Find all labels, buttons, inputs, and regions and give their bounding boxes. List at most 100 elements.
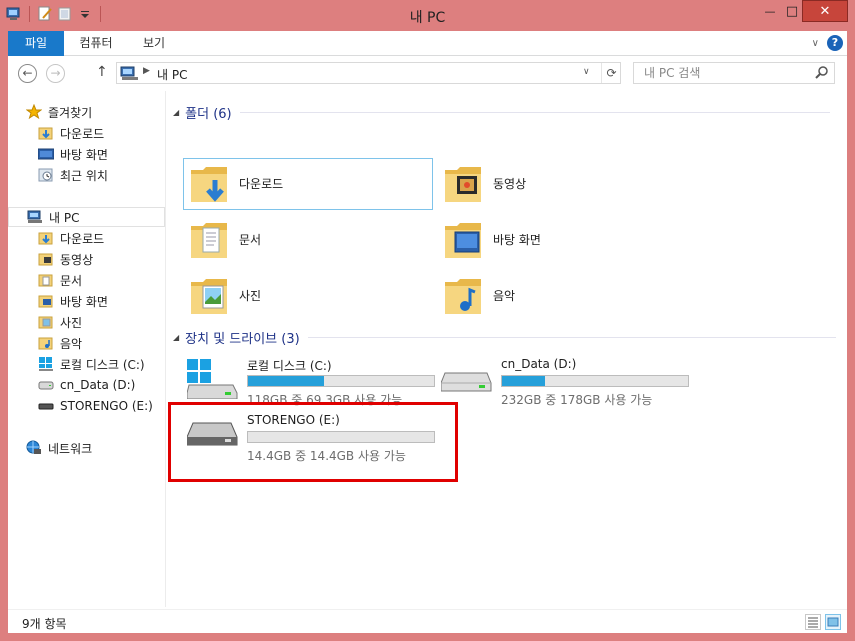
details-view-icon[interactable] <box>805 614 821 630</box>
folders-group-header[interactable]: ◢ 폴더 (6) <box>173 102 830 122</box>
item-count: 9개 항목 <box>22 617 67 631</box>
tab-computer[interactable]: 컴퓨터 <box>64 31 128 56</box>
breadcrumb-arrow-icon[interactable]: ▶ <box>143 66 150 76</box>
explorer-window: 내 PC — □ ✕ 파일 컴퓨터 보기 ∨ ? ← → ↑ ▶ 내 PC ∨ … <box>0 0 855 641</box>
collapse-icon[interactable]: ◢ <box>173 333 179 342</box>
nav-label: 최근 위치 <box>60 168 108 183</box>
documents-folder-icon <box>189 218 229 262</box>
folder-tile-desktop[interactable]: 바탕 화면 <box>437 214 687 266</box>
address-bar[interactable]: ▶ 내 PC ∨ ⟳ <box>116 62 621 84</box>
nav-label: 즐겨찾기 <box>48 105 93 120</box>
music-folder-icon <box>443 274 483 318</box>
nav-label: 다운로드 <box>60 231 105 246</box>
search-icon[interactable] <box>814 65 830 81</box>
computer-icon <box>120 66 140 85</box>
removable-drive-icon <box>38 398 54 414</box>
nav-favorites[interactable]: 즐겨찾기 <box>25 102 93 122</box>
folder-tile-pictures[interactable]: 사진 <box>183 270 433 322</box>
expand-ribbon-icon[interactable]: ∨ <box>812 38 819 49</box>
drive-usage-bar <box>247 375 435 387</box>
pictures-folder-icon <box>189 274 229 318</box>
hard-drive-icon <box>440 359 493 402</box>
drives-group-header[interactable]: ◢ 장치 및 드라이브 (3) <box>173 327 836 347</box>
title-bar[interactable]: 내 PC — □ ✕ <box>0 0 855 31</box>
nav-pc-downloads[interactable]: 다운로드 <box>38 228 104 248</box>
folder-tile-documents[interactable]: 문서 <box>183 214 433 266</box>
nav-fav-downloads[interactable]: 다운로드 <box>38 123 104 143</box>
nav-this-pc[interactable]: 내 PC <box>8 207 165 227</box>
videos-folder-icon <box>443 162 483 206</box>
nav-drive-c[interactable]: 로컬 디스크 (C:) <box>38 354 145 374</box>
nav-pc-pictures[interactable]: 사진 <box>38 312 82 332</box>
drive-name: cn_Data (D:) <box>501 357 577 371</box>
highlight-box <box>168 402 458 482</box>
up-button[interactable]: ↑ <box>96 64 108 80</box>
search-input[interactable] <box>634 63 814 83</box>
folder-tile-videos[interactable]: 동영상 <box>437 158 687 210</box>
folder-label: 동영상 <box>493 177 527 191</box>
computer-icon <box>27 209 43 225</box>
tab-view[interactable]: 보기 <box>128 31 180 56</box>
nav-pc-desktop[interactable]: 바탕 화면 <box>38 291 108 311</box>
close-button[interactable]: ✕ <box>802 0 848 22</box>
drive-tile-drive-d[interactable]: cn_Data (D:) 232GB 중 178GB 사용 가능 <box>431 353 711 413</box>
folder-tile-music[interactable]: 음악 <box>437 270 687 322</box>
nav-label: 음악 <box>60 336 83 351</box>
windows-drive-icon <box>38 356 54 372</box>
nav-label: 로컬 디스크 (C:) <box>60 357 145 372</box>
downloads-folder-icon <box>38 230 54 246</box>
close-icon: ✕ <box>819 3 831 19</box>
windows-drive-icon <box>186 359 239 402</box>
view-toggles <box>805 614 841 630</box>
nav-label: 다운로드 <box>60 126 105 141</box>
back-arrow-icon: ← <box>22 66 33 80</box>
folder-label: 문서 <box>239 233 262 247</box>
folder-label: 바탕 화면 <box>493 233 541 247</box>
nav-label: STORENGO (E:) <box>60 399 153 413</box>
help-icon[interactable]: ? <box>827 35 843 51</box>
drive-name: 로컬 디스크 (C:) <box>247 359 332 373</box>
group-label: 장치 및 드라이브 (3) <box>185 331 300 347</box>
large-icons-view-icon[interactable] <box>825 614 841 630</box>
folder-tile-downloads[interactable]: 다운로드 <box>183 158 433 210</box>
back-button[interactable]: ← <box>18 64 37 83</box>
drive-free-space: 232GB 중 178GB 사용 가능 <box>501 393 653 407</box>
desktop-folder-icon <box>443 218 483 262</box>
nav-pc-music[interactable]: 음악 <box>38 333 82 353</box>
group-label: 폴더 (6) <box>185 106 232 122</box>
nav-drive-d[interactable]: cn_Data (D:) <box>38 375 135 395</box>
nav-pc-documents[interactable]: 문서 <box>38 270 82 290</box>
pictures-folder-icon <box>38 314 54 330</box>
hard-drive-icon <box>38 377 54 393</box>
tab-file[interactable]: 파일 <box>8 31 64 56</box>
drive-usage-fill <box>502 376 545 386</box>
network-icon <box>26 440 42 456</box>
drive-usage-fill <box>248 376 325 386</box>
nav-fav-recent[interactable]: 최근 위치 <box>38 165 108 185</box>
desktop-icon <box>37 146 55 162</box>
star-icon <box>25 103 43 120</box>
nav-pc-videos[interactable]: 동영상 <box>38 249 93 269</box>
recent-places-icon <box>38 167 54 183</box>
forward-button[interactable]: → <box>46 64 65 83</box>
breadcrumb-this-pc[interactable]: 내 PC <box>157 66 187 83</box>
nav-network[interactable]: 네트워크 <box>26 438 92 458</box>
up-arrow-icon: ↑ <box>96 64 108 80</box>
nav-label: 네트워크 <box>48 441 93 456</box>
videos-folder-icon <box>38 251 54 267</box>
downloads-folder-icon <box>38 125 54 141</box>
downloads-folder-icon <box>189 162 229 206</box>
folder-label: 사진 <box>239 289 262 303</box>
address-history-dropdown-icon[interactable]: ∨ <box>583 67 590 77</box>
collapse-icon[interactable]: ◢ <box>173 108 179 117</box>
nav-label: 동영상 <box>60 252 94 267</box>
search-box[interactable] <box>633 62 835 84</box>
navigation-bar: ← → ↑ ▶ 내 PC ∨ ⟳ <box>8 57 847 90</box>
nav-label: 바탕 화면 <box>60 294 108 309</box>
nav-fav-desktop[interactable]: 바탕 화면 <box>37 144 108 164</box>
nav-drive-e[interactable]: STORENGO (E:) <box>38 396 153 416</box>
refresh-icon[interactable]: ⟳ <box>601 63 621 83</box>
nav-label: 사진 <box>60 315 83 330</box>
minimize-icon: — <box>764 4 776 18</box>
status-bar: 9개 항목 <box>8 609 847 633</box>
